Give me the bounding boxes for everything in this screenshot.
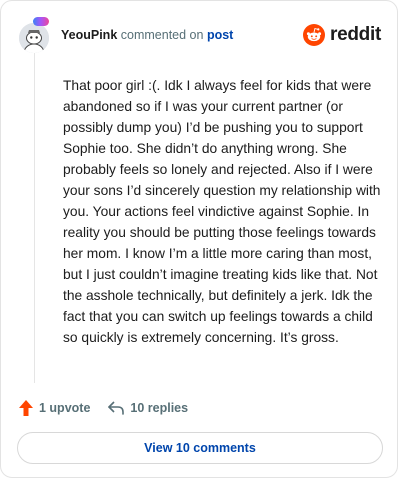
- replies-button[interactable]: 10 replies: [108, 401, 188, 415]
- post-link[interactable]: post: [207, 28, 233, 42]
- username-link[interactable]: YeouPink: [61, 28, 117, 42]
- avatar-circle: [19, 23, 49, 53]
- upvote-count: 1 upvote: [39, 401, 91, 415]
- user-avatar[interactable]: [19, 17, 51, 53]
- reddit-logo[interactable]: reddit: [303, 24, 381, 46]
- reddit-logo-icon: [303, 24, 326, 46]
- action-text: commented on: [120, 28, 204, 42]
- comment-body: That poor girl :(. Idk I always feel for…: [63, 78, 381, 345]
- reply-arrow-icon: [108, 401, 125, 415]
- thread-line: [34, 53, 35, 383]
- comment-header: YeouPink commented on post reddit: [19, 15, 381, 55]
- comment-card: YeouPink commented on post reddit That p…: [0, 0, 398, 478]
- view-comments-button[interactable]: View 10 comments: [17, 432, 383, 464]
- avatar-badge: [33, 17, 49, 26]
- comment-meta: YeouPink commented on post: [61, 27, 233, 43]
- replies-count: 10 replies: [130, 401, 189, 415]
- snoo-avatar-icon: [19, 23, 49, 53]
- upvote-arrow-icon: [19, 400, 33, 416]
- upvote-button[interactable]: 1 upvote: [19, 400, 90, 416]
- comment-actions: 1 upvote 10 replies: [19, 397, 188, 419]
- reddit-wordmark: reddit: [330, 24, 381, 45]
